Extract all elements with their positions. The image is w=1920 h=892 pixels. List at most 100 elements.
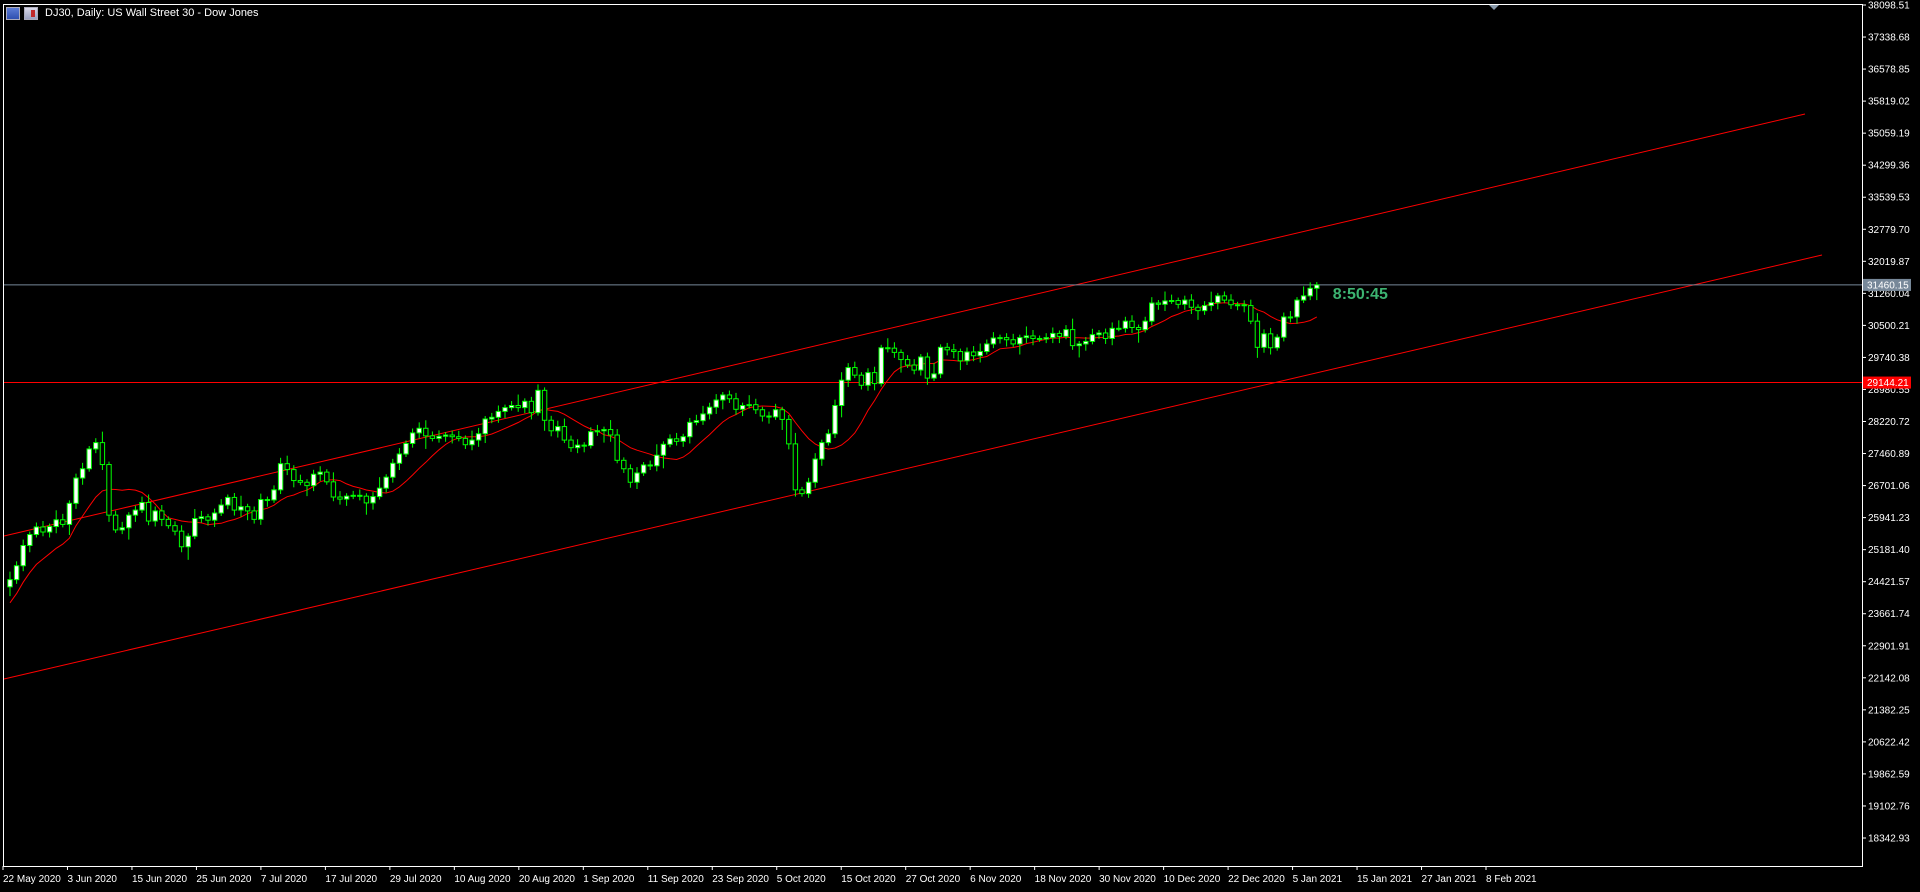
candle-bear — [145, 501, 152, 522]
candle-bear — [112, 514, 119, 531]
candle-bull — [350, 494, 356, 497]
price-tick-label: 37338.68 — [1868, 33, 1910, 44]
candle-bull — [654, 454, 660, 467]
candle-bull — [918, 356, 924, 371]
date-tick-label: 10 Aug 2020 — [454, 874, 511, 885]
candle-bear — [733, 398, 739, 410]
candle-bull — [93, 442, 99, 450]
plot-border — [3, 4, 1863, 867]
candle-bear — [548, 419, 554, 432]
price-chart[interactable]: 38098.51 37338.68 36578.85 35819.02 35059.19… — [0, 0, 1920, 892]
price-tick-label: 32019.87 — [1868, 257, 1910, 268]
price-tick-label: 18342.93 — [1868, 834, 1910, 845]
price-tick-label: 22901.91 — [1868, 641, 1910, 652]
candle-bull — [436, 435, 442, 439]
candle-bear — [753, 404, 759, 411]
candle-bull — [403, 442, 409, 455]
candle-bear — [1129, 320, 1135, 329]
price-tick-label: 20622.42 — [1868, 737, 1910, 748]
candle-bull — [475, 433, 482, 441]
candle-bear — [1228, 299, 1234, 306]
candle-bull — [1281, 316, 1287, 338]
date-tick-label: 15 Jan 2021 — [1357, 874, 1412, 885]
candle-bull — [1307, 287, 1313, 297]
price-tick-label: 29740.38 — [1868, 353, 1910, 364]
candle-bull — [152, 510, 158, 522]
price-tick-label: 21382.25 — [1868, 705, 1910, 716]
candle-bear — [205, 516, 211, 521]
candle-bull — [819, 442, 825, 460]
candle-bear — [759, 409, 766, 417]
resistance-price-label: 29144.21 — [1867, 378, 1909, 389]
price-tick-label: 19862.59 — [1868, 769, 1910, 780]
candle-bear — [172, 525, 178, 532]
price-tick-label: 38098.51 — [1868, 1, 1910, 12]
candle-bull — [258, 499, 264, 520]
candle-bull — [680, 436, 686, 442]
candle-bull — [271, 489, 277, 501]
candle-bear — [99, 442, 106, 466]
candle-bear — [1188, 299, 1195, 308]
candle-bear — [1241, 304, 1247, 307]
price-tick-label: 26701.06 — [1868, 481, 1910, 492]
candle-bull — [409, 432, 416, 444]
date-tick-label: 27 Oct 2020 — [906, 874, 961, 885]
candle-bull — [1261, 333, 1267, 348]
candle-bull — [739, 405, 746, 410]
candle-bear — [1175, 300, 1181, 305]
candle-bear — [970, 351, 977, 357]
candle-bull — [139, 501, 145, 511]
candle-bull — [218, 504, 224, 514]
candle-bear — [799, 489, 805, 495]
shift-marker-icon — [1489, 5, 1499, 10]
candle-bull — [119, 527, 125, 531]
symbol-flag-icon — [24, 6, 38, 20]
candle-bear — [456, 436, 462, 439]
candle-bull — [73, 477, 79, 504]
price-axis: 38098.51 37338.68 36578.85 35819.02 35059.19… — [1862, 1, 1910, 845]
candle-bull — [588, 431, 594, 447]
candle-bull — [1208, 302, 1214, 307]
candle-bear — [1030, 335, 1036, 339]
candle-bear — [627, 468, 634, 483]
candle-bull — [667, 438, 673, 445]
candle-bull — [376, 487, 383, 498]
date-tick-label: 22 May 2020 — [3, 874, 61, 885]
candle-bear — [1267, 333, 1274, 349]
chart-window[interactable]: 38098.51 37338.68 36578.85 35819.02 35059.19… — [0, 0, 1920, 892]
date-tick-label: 5 Oct 2020 — [777, 874, 826, 885]
bid-price-label: 31460.15 — [1867, 280, 1909, 291]
candle-bull — [812, 458, 818, 483]
candle-bear — [1248, 305, 1254, 322]
channel-layer — [3, 113, 1823, 680]
candle-bull — [805, 481, 812, 495]
candle-bear — [621, 459, 627, 470]
candle-bull — [1043, 337, 1049, 340]
date-tick-label: 25 Jun 2020 — [196, 874, 251, 885]
candle-bull — [416, 427, 422, 434]
candle-bull — [937, 346, 944, 375]
candle-bull — [33, 526, 40, 536]
candle-bull — [86, 448, 92, 470]
candle-bull — [46, 526, 53, 533]
date-tick-label: 30 Nov 2020 — [1099, 874, 1156, 885]
date-tick-label: 23 Sep 2020 — [712, 874, 769, 885]
candle-bear — [284, 463, 290, 471]
candle-bull — [1168, 300, 1175, 303]
candle-bull — [1314, 284, 1320, 289]
candle-bear — [607, 429, 614, 436]
candle-bull — [310, 473, 317, 487]
candle-bear — [178, 530, 185, 548]
candle-bull — [343, 495, 350, 500]
candle-bear — [1195, 306, 1201, 312]
candle-bull — [535, 389, 541, 414]
candle-bear — [330, 481, 337, 498]
candle-bear — [449, 434, 455, 438]
candle-bull — [634, 472, 640, 483]
time-axis: 22 May 2020 3 Jun 2020 15 Jun 2020 25 Jun 2… — [2, 866, 1537, 885]
candle-bull — [845, 367, 851, 381]
candle-bull — [990, 337, 997, 345]
date-tick-label: 1 Sep 2020 — [583, 874, 635, 885]
price-tick-label: 19102.76 — [1868, 801, 1910, 812]
candle-bear — [561, 426, 568, 441]
